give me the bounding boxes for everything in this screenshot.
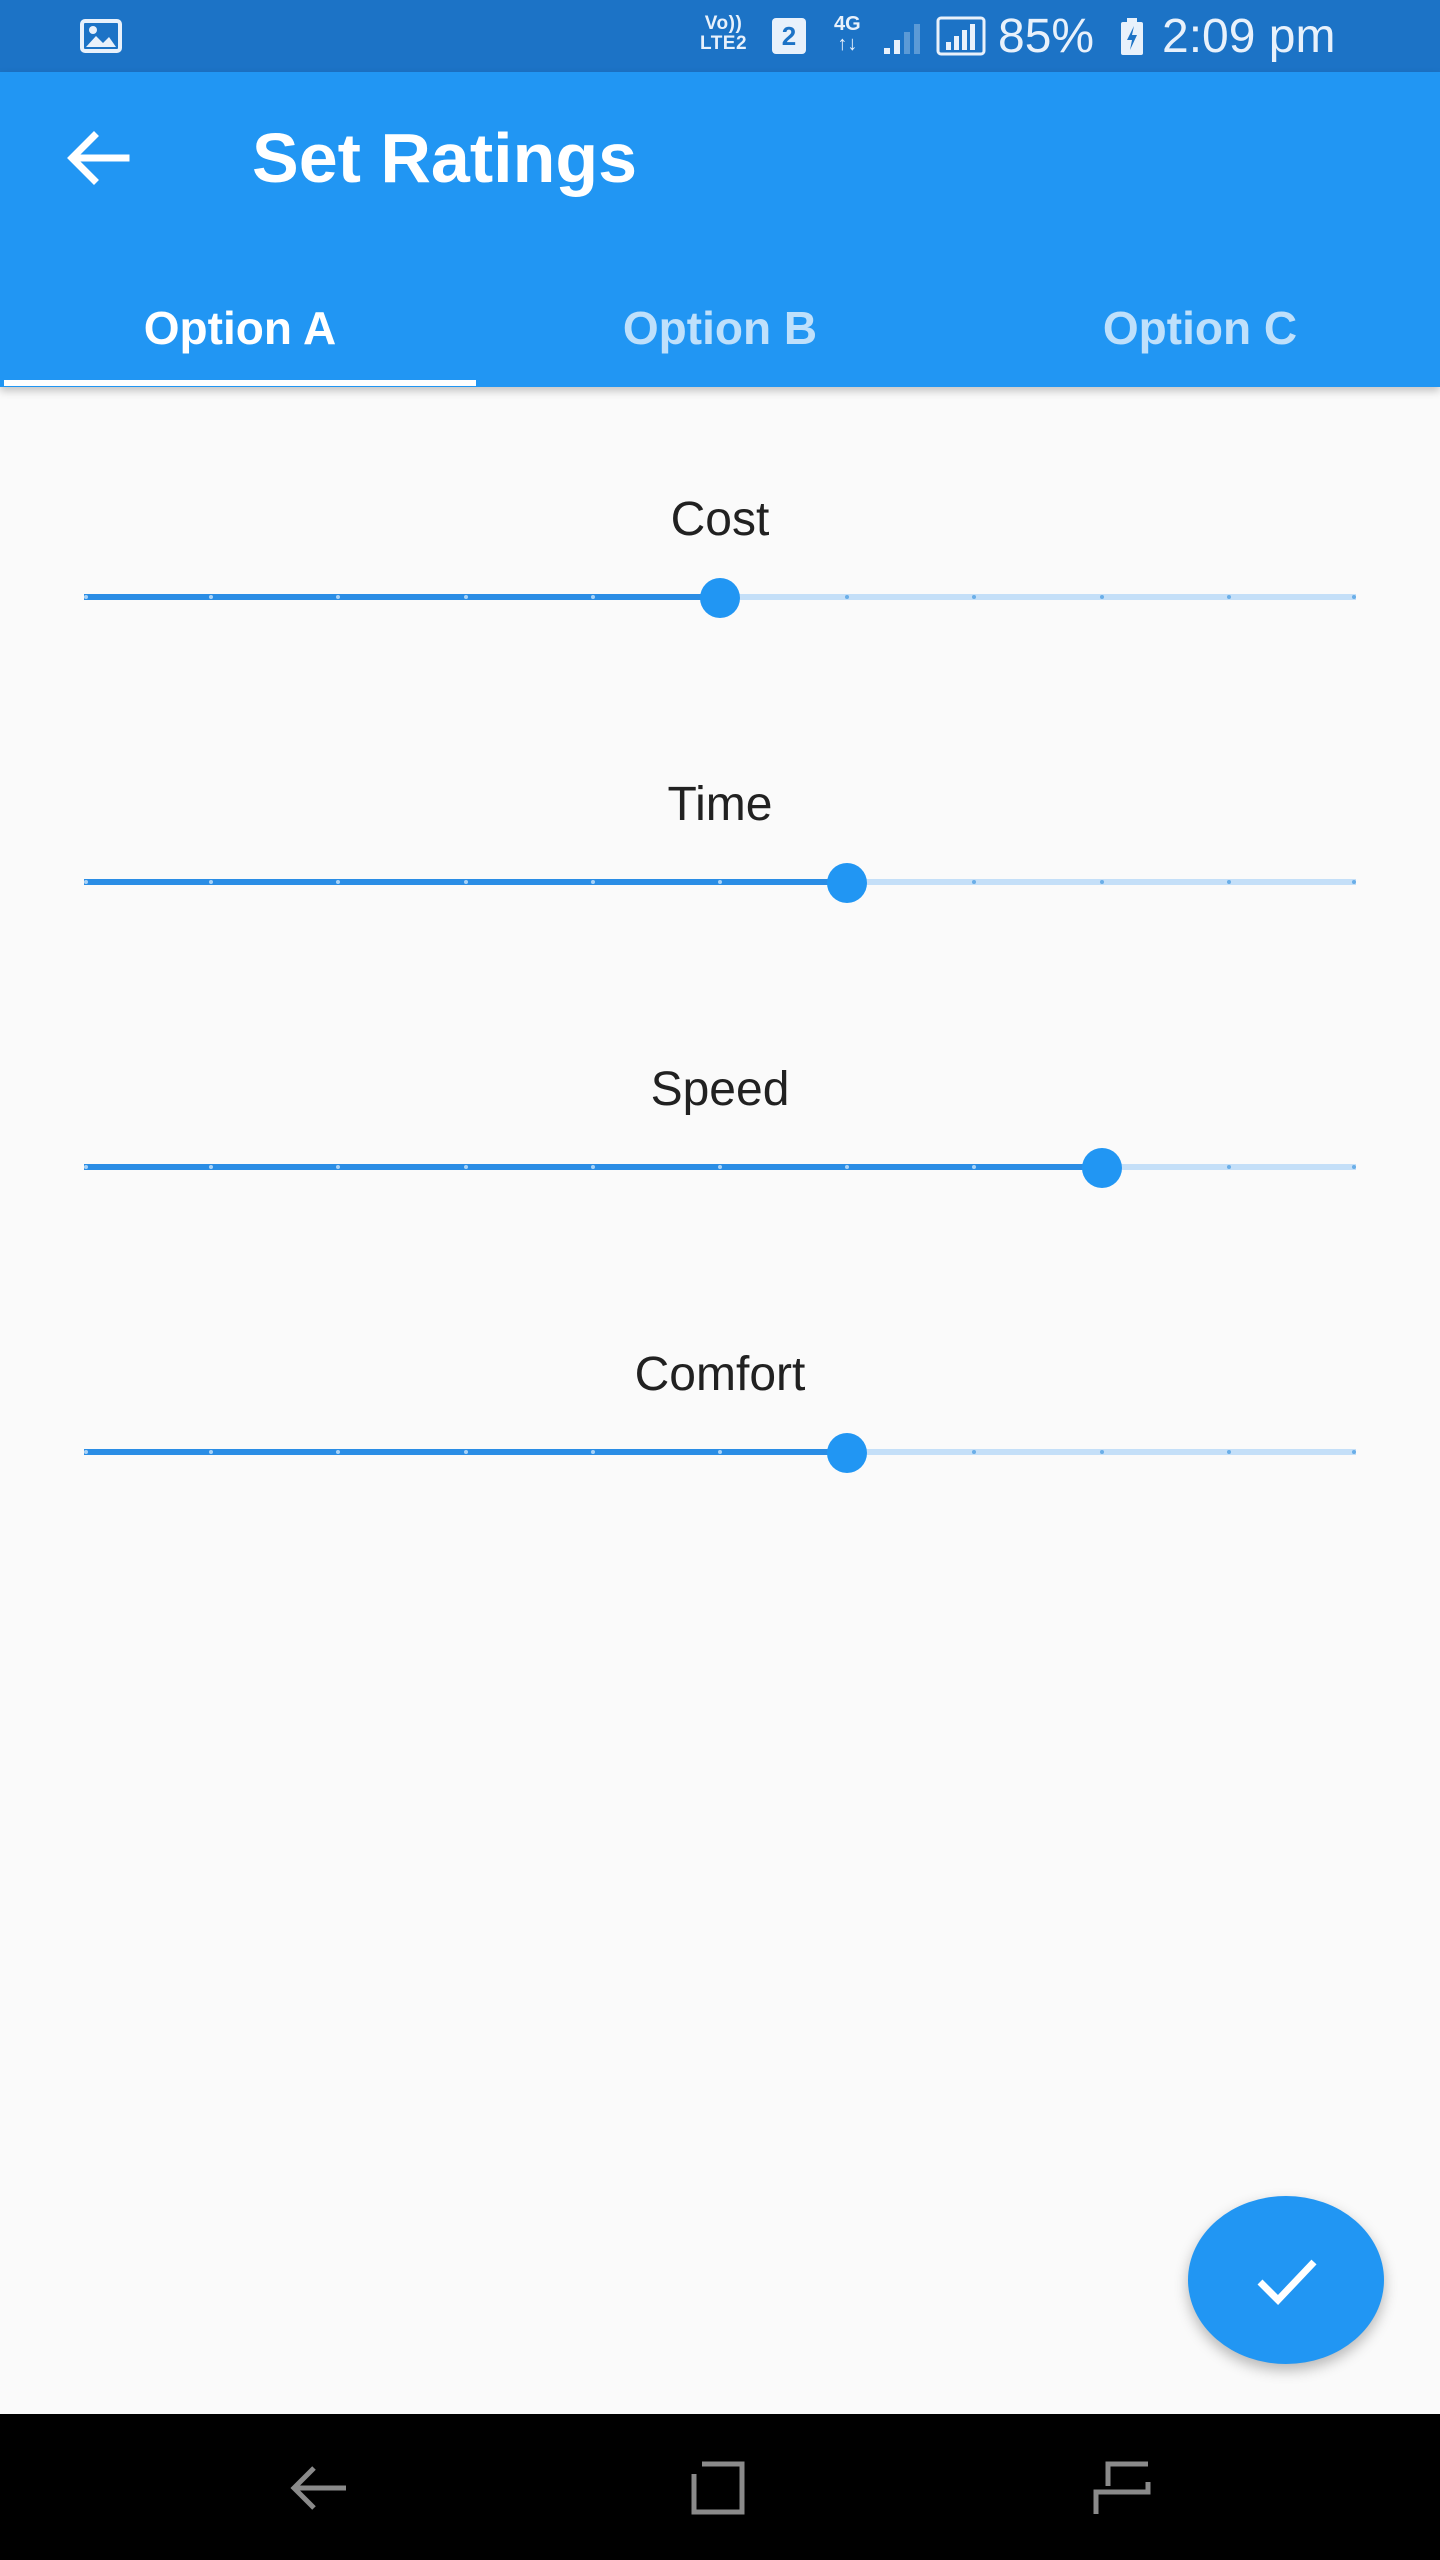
slider-tick: [1226, 880, 1231, 884]
slider-tick: [1352, 880, 1356, 884]
slider-thumb[interactable]: [827, 1433, 868, 1473]
slider-tick: [718, 880, 722, 884]
rating-time: Time: [0, 777, 1440, 977]
slider-tick: [84, 595, 88, 599]
rating-comfort: Comfort: [0, 1347, 1440, 1547]
slider-tick: [1352, 1450, 1356, 1454]
slider-track-fill: [84, 594, 720, 600]
slider-tick: [1226, 1165, 1231, 1169]
overview-icon[interactable]: [684, 2452, 756, 2524]
recents-icon[interactable]: [1086, 2452, 1158, 2524]
signal-icon: [936, 16, 986, 56]
rating-label: Comfort: [634, 1348, 806, 1401]
slider-tick: [84, 880, 88, 884]
back-icon[interactable]: [284, 2452, 356, 2524]
network-arrows-icon: ↑↓: [837, 33, 858, 55]
slider-thumb[interactable]: [700, 578, 740, 618]
slider-thumb[interactable]: [1081, 1148, 1122, 1188]
slider-tick: [84, 1165, 88, 1169]
slider-tick: [1226, 595, 1231, 599]
slider-tick: [718, 1450, 722, 1454]
volte-line2: LTE2: [700, 33, 748, 54]
slider-tick: [718, 1165, 722, 1169]
rating-label: Time: [667, 778, 773, 831]
slider-tick: [1352, 1165, 1356, 1169]
time-slider[interactable]: [84, 857, 1356, 907]
slider-tick: [1226, 1450, 1231, 1454]
volte-indicator: Vo)) LTE2: [700, 14, 747, 54]
slider-thumb[interactable]: [827, 863, 868, 903]
battery-charging-icon: [1121, 18, 1143, 55]
slider-tick: [463, 880, 468, 884]
gallery-icon: [80, 19, 122, 53]
arrow-back-icon[interactable]: [60, 120, 136, 196]
rating-label: Speed: [650, 1063, 790, 1116]
slider-tick: [590, 880, 595, 884]
app-bar: Set Ratings Option A Option B Option C: [0, 72, 1440, 387]
slider-tick: [590, 595, 595, 599]
slider-tick: [590, 1165, 595, 1169]
sim-badge: 2: [772, 18, 806, 54]
slider-tick: [463, 595, 468, 599]
tab-option-c[interactable]: Option C: [960, 272, 1440, 387]
tab-option-b[interactable]: Option B: [480, 272, 960, 387]
slider-tick: [1099, 1450, 1104, 1454]
rating-speed: Speed: [0, 1062, 1440, 1262]
tab-indicator: [4, 380, 476, 386]
slider-tick: [1099, 880, 1104, 884]
status-bar: Vo)) LTE2 2 4G ↑↓ 85% 2:09 pm: [0, 0, 1440, 72]
slider-tick: [1352, 595, 1356, 599]
slider-tick: [590, 1450, 595, 1454]
confirm-button[interactable]: [1188, 2196, 1384, 2364]
cost-slider[interactable]: [84, 572, 1356, 622]
network-label: 4G: [834, 13, 861, 35]
slider-tick: [463, 1450, 468, 1454]
clock: 2:09 pm: [1162, 10, 1336, 63]
tab-bar: Option A Option B Option C: [0, 272, 1440, 387]
check-icon: [1257, 2259, 1317, 2306]
comfort-slider[interactable]: [84, 1427, 1356, 1477]
battery-percent: 85%: [998, 10, 1095, 63]
rating-cost: Cost: [0, 492, 1440, 692]
volte-line1: Vo)): [704, 13, 743, 34]
slider-tick: [1099, 595, 1104, 599]
tab-option-a[interactable]: Option A: [0, 272, 480, 387]
rating-label: Cost: [670, 493, 770, 546]
network-type: 4G ↑↓: [834, 14, 861, 54]
slider-tick: [463, 1165, 468, 1169]
signal-icon: [884, 24, 920, 54]
speed-slider[interactable]: [84, 1142, 1356, 1192]
page-title: Set Ratings: [252, 119, 638, 197]
navigation-bar: [0, 2414, 1440, 2560]
slider-tick: [84, 1450, 88, 1454]
